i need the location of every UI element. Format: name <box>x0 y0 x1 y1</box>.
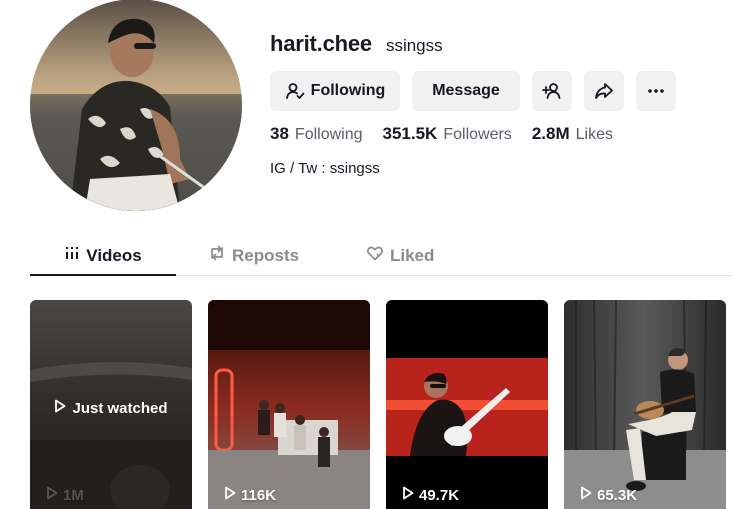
view-count-label: 49.7K <box>419 486 460 504</box>
view-count: 1M <box>46 486 84 504</box>
nickname: ssingss <box>385 36 443 55</box>
likes-stat-label: Likes <box>575 126 613 143</box>
grid-icon <box>64 245 80 266</box>
active-tab-indicator <box>30 274 176 276</box>
play-icon <box>54 399 66 417</box>
share-button[interactable] <box>584 71 624 111</box>
likes-count: 2.8M <box>531 124 570 143</box>
following-stat-label: Following <box>294 126 363 143</box>
play-icon <box>580 486 592 504</box>
tab-liked-label: Liked <box>390 245 435 265</box>
view-count-label: 116K <box>241 486 277 504</box>
play-icon <box>402 486 414 504</box>
share-icon <box>594 81 614 101</box>
followers-stat-label: Followers <box>443 126 512 143</box>
view-count-label: 65.3K <box>597 486 638 504</box>
avatar-image <box>30 0 242 211</box>
view-count: 49.7K <box>402 486 459 504</box>
more-icon <box>646 81 666 101</box>
view-count: 65.3K <box>580 486 637 504</box>
tab-videos[interactable]: Videos <box>30 236 176 275</box>
tab-videos-label: Videos <box>86 245 142 265</box>
following-count: 38 <box>270 124 289 143</box>
repost-icon <box>208 244 226 267</box>
followers-stat[interactable]: 351.5K Followers <box>383 124 512 144</box>
username: harit.chee <box>270 31 372 56</box>
profile-stats: 38 Following 351.5K Followers 2.8M Likes <box>270 124 613 144</box>
tab-reposts[interactable]: Reposts <box>208 236 299 275</box>
video-thumbnail <box>564 300 726 509</box>
following-button[interactable]: Following <box>270 71 400 111</box>
video-card[interactable]: 65.3K <box>564 300 726 509</box>
view-count-label: 1M <box>63 486 84 504</box>
following-label: Following <box>310 82 386 99</box>
video-grid: Just watched 1M 116K 49.7K 65.3K <box>30 300 726 509</box>
tab-reposts-label: Reposts <box>232 245 300 265</box>
view-count: 116K <box>224 486 276 504</box>
followers-count: 351.5K <box>382 124 438 143</box>
add-user-icon <box>542 81 562 101</box>
video-card[interactable]: 49.7K <box>386 300 548 509</box>
play-icon <box>46 486 58 504</box>
video-thumbnail <box>208 300 370 509</box>
user-check-icon <box>285 81 305 101</box>
profile-actions: Following Message <box>270 71 676 111</box>
add-friend-button[interactable] <box>532 71 572 111</box>
play-icon <box>224 486 236 504</box>
profile-tabs: Videos Reposts Liked <box>30 236 732 276</box>
more-button[interactable] <box>636 71 676 111</box>
following-stat[interactable]: 38 Following <box>270 124 363 144</box>
video-card[interactable]: Just watched 1M <box>30 300 192 509</box>
heart-icon <box>366 244 384 267</box>
just-watched-label: Just watched <box>72 399 168 417</box>
message-button[interactable]: Message <box>412 71 520 111</box>
profile-avatar[interactable] <box>30 0 242 211</box>
video-card[interactable]: 116K <box>208 300 370 509</box>
video-thumbnail <box>386 300 548 509</box>
just-watched-overlay: Just watched <box>30 399 192 417</box>
profile-bio: IG / Tw : ssingss <box>270 160 380 177</box>
tab-liked[interactable]: Liked <box>366 236 434 275</box>
likes-stat: 2.8M Likes <box>532 124 613 144</box>
